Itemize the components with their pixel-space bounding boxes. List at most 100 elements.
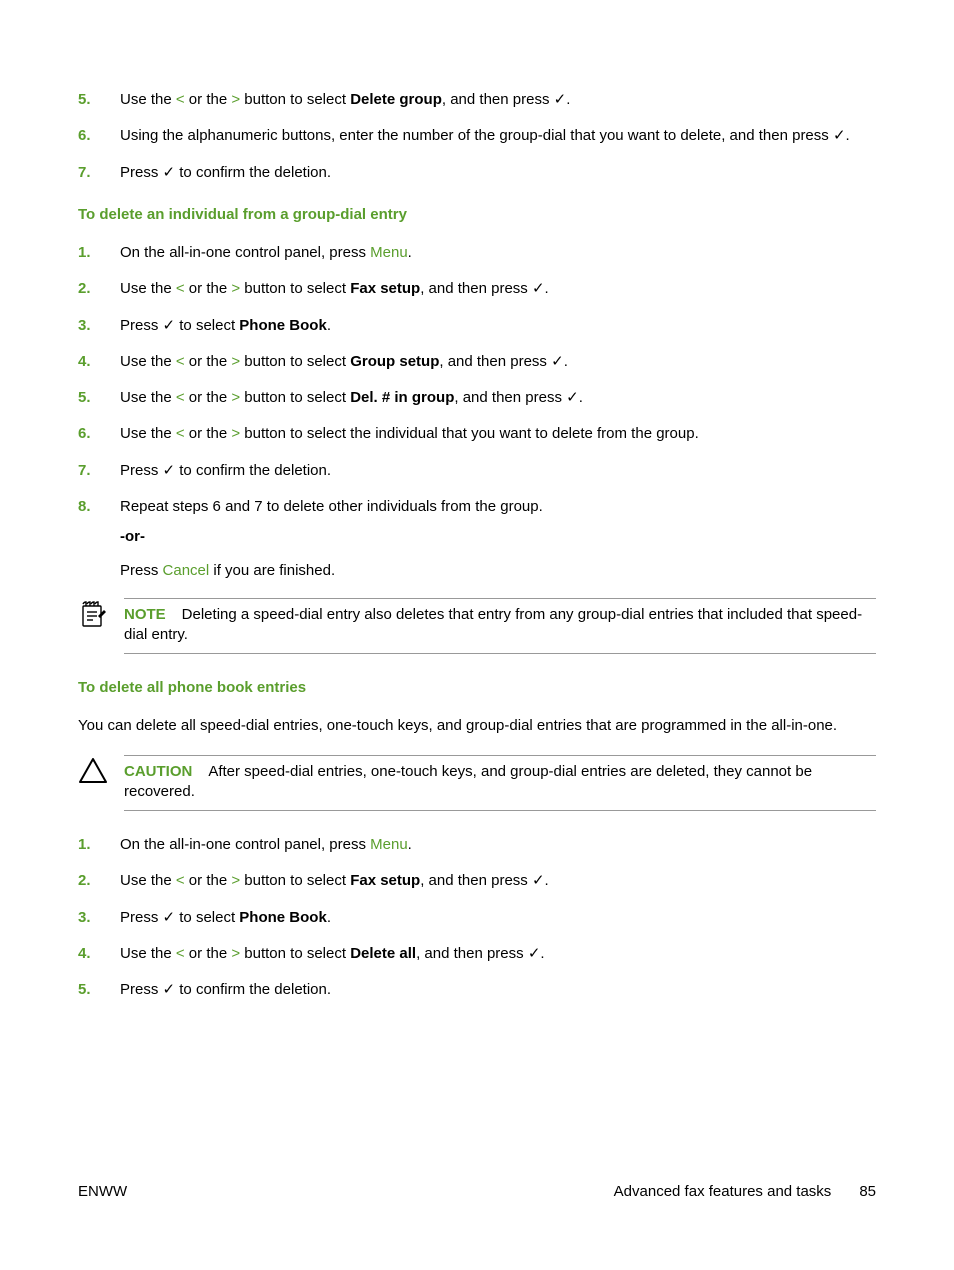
step-text: Press ✓ to select Phone Book.	[120, 316, 876, 336]
footer-left: ENWW	[78, 1182, 127, 1202]
step-text: On the all-in-one control panel, press M…	[120, 835, 876, 855]
menu-text: Menu	[370, 836, 408, 853]
step-text: Press ✓ to select Phone Book.	[120, 908, 876, 928]
step-number: 6.	[78, 126, 120, 146]
step-number: 5.	[78, 90, 120, 110]
steps-section-b: 1. On the all-in-one control panel, pres…	[78, 835, 876, 1000]
caution-body: After speed-dial entries, one-touch keys…	[124, 763, 812, 800]
step-text: Use the < or the > button to select the …	[120, 424, 876, 444]
gt-icon: >	[231, 872, 240, 889]
step-text: Use the < or the > button to select Fax …	[120, 871, 876, 891]
note-content: NOTEDeleting a speed-dial entry also del…	[124, 598, 876, 655]
caution-callout: CAUTIONAfter speed-dial entries, one-tou…	[78, 755, 876, 812]
check-icon: ✓	[833, 127, 846, 144]
note-body: Deleting a speed-dial entry also deletes…	[124, 606, 862, 643]
section-heading: To delete all phone book entries	[78, 678, 876, 698]
gt-icon: >	[231, 353, 240, 370]
check-icon: ✓	[163, 317, 176, 334]
step-text: Use the < or the > button to select Grou…	[120, 352, 876, 372]
list-item: 5. Use the < or the > button to select D…	[78, 388, 876, 408]
footer-section: Advanced fax features and tasks	[614, 1182, 832, 1202]
step-number: 8.	[78, 497, 120, 517]
list-item: 7. Press ✓ to confirm the deletion.	[78, 163, 876, 183]
list-item: 2. Use the < or the > button to select F…	[78, 279, 876, 299]
list-item: 7. Press ✓ to confirm the deletion.	[78, 461, 876, 481]
list-item: 6. Use the < or the > button to select t…	[78, 424, 876, 444]
lt-icon: <	[176, 389, 185, 406]
list-item: 8. Repeat steps 6 and 7 to delete other …	[78, 497, 876, 582]
step-text: Use the < or the > button to select Fax …	[120, 279, 876, 299]
lt-icon: <	[176, 353, 185, 370]
gt-icon: >	[231, 945, 240, 962]
check-icon: ✓	[163, 164, 176, 181]
section-heading: To delete an individual from a group-dia…	[78, 205, 876, 225]
step-number: 3.	[78, 908, 120, 928]
list-item: 5. Use the < or the > button to select D…	[78, 90, 876, 110]
check-icon: ✓	[163, 981, 176, 998]
page-number: 85	[859, 1182, 876, 1202]
gt-icon: >	[231, 389, 240, 406]
step-number: 7.	[78, 461, 120, 481]
list-item: 1. On the all-in-one control panel, pres…	[78, 835, 876, 855]
step-number: 3.	[78, 316, 120, 336]
steps-top: 5. Use the < or the > button to select D…	[78, 90, 876, 183]
list-item: 2. Use the < or the > button to select F…	[78, 871, 876, 891]
lt-icon: <	[176, 425, 185, 442]
step-number: 7.	[78, 163, 120, 183]
step-number: 2.	[78, 871, 120, 891]
caution-icon	[78, 755, 124, 785]
caution-label: CAUTION	[124, 763, 192, 780]
lt-icon: <	[176, 945, 185, 962]
step-number: 1.	[78, 243, 120, 263]
list-item: 4. Use the < or the > button to select G…	[78, 352, 876, 372]
step-number: 1.	[78, 835, 120, 855]
step-number: 6.	[78, 424, 120, 444]
check-icon: ✓	[532, 280, 545, 297]
check-icon: ✓	[528, 945, 541, 962]
caution-content: CAUTIONAfter speed-dial entries, one-tou…	[124, 755, 876, 812]
list-item: 3. Press ✓ to select Phone Book.	[78, 908, 876, 928]
lt-icon: <	[176, 91, 185, 108]
lt-icon: <	[176, 872, 185, 889]
step-number: 5.	[78, 388, 120, 408]
page-footer: ENWW Advanced fax features and tasks 85	[78, 1182, 876, 1202]
document-page: 5. Use the < or the > button to select D…	[0, 0, 954, 1270]
step-number: 2.	[78, 279, 120, 299]
note-icon	[78, 598, 124, 630]
press-cancel: Press Cancel if you are finished.	[120, 561, 876, 581]
steps-section-a: 1. On the all-in-one control panel, pres…	[78, 243, 876, 582]
step-text: Press ✓ to confirm the deletion.	[120, 980, 876, 1000]
check-icon: ✓	[163, 462, 176, 479]
check-icon: ✓	[554, 91, 567, 108]
menu-text: Menu	[370, 244, 408, 261]
list-item: 4. Use the < or the > button to select D…	[78, 944, 876, 964]
step-text: Use the < or the > button to select Dele…	[120, 90, 876, 110]
step-number: 4.	[78, 944, 120, 964]
note-callout: NOTEDeleting a speed-dial entry also del…	[78, 598, 876, 655]
lt-icon: <	[176, 280, 185, 297]
list-item: 5. Press ✓ to confirm the deletion.	[78, 980, 876, 1000]
list-item: 3. Press ✓ to select Phone Book.	[78, 316, 876, 336]
gt-icon: >	[231, 425, 240, 442]
gt-icon: >	[231, 91, 240, 108]
step-text: Use the < or the > button to select Del.…	[120, 388, 876, 408]
step-number: 4.	[78, 352, 120, 372]
or-text: -or-	[120, 527, 876, 547]
step-text: On the all-in-one control panel, press M…	[120, 243, 876, 263]
check-icon: ✓	[163, 909, 176, 926]
list-item: 6. Using the alphanumeric buttons, enter…	[78, 126, 876, 146]
gt-icon: >	[231, 280, 240, 297]
check-icon: ✓	[566, 389, 579, 406]
step-text: Using the alphanumeric buttons, enter th…	[120, 126, 876, 146]
step-text: Press ✓ to confirm the deletion.	[120, 163, 876, 183]
cancel-text: Cancel	[163, 562, 210, 579]
intro-paragraph: You can delete all speed-dial entries, o…	[78, 716, 876, 736]
check-icon: ✓	[551, 353, 564, 370]
step-text: Use the < or the > button to select Dele…	[120, 944, 876, 964]
note-label: NOTE	[124, 606, 166, 623]
check-icon: ✓	[532, 872, 545, 889]
list-item: 1. On the all-in-one control panel, pres…	[78, 243, 876, 263]
step-text: Repeat steps 6 and 7 to delete other ind…	[120, 497, 876, 582]
step-text: Press ✓ to confirm the deletion.	[120, 461, 876, 481]
step-number: 5.	[78, 980, 120, 1000]
